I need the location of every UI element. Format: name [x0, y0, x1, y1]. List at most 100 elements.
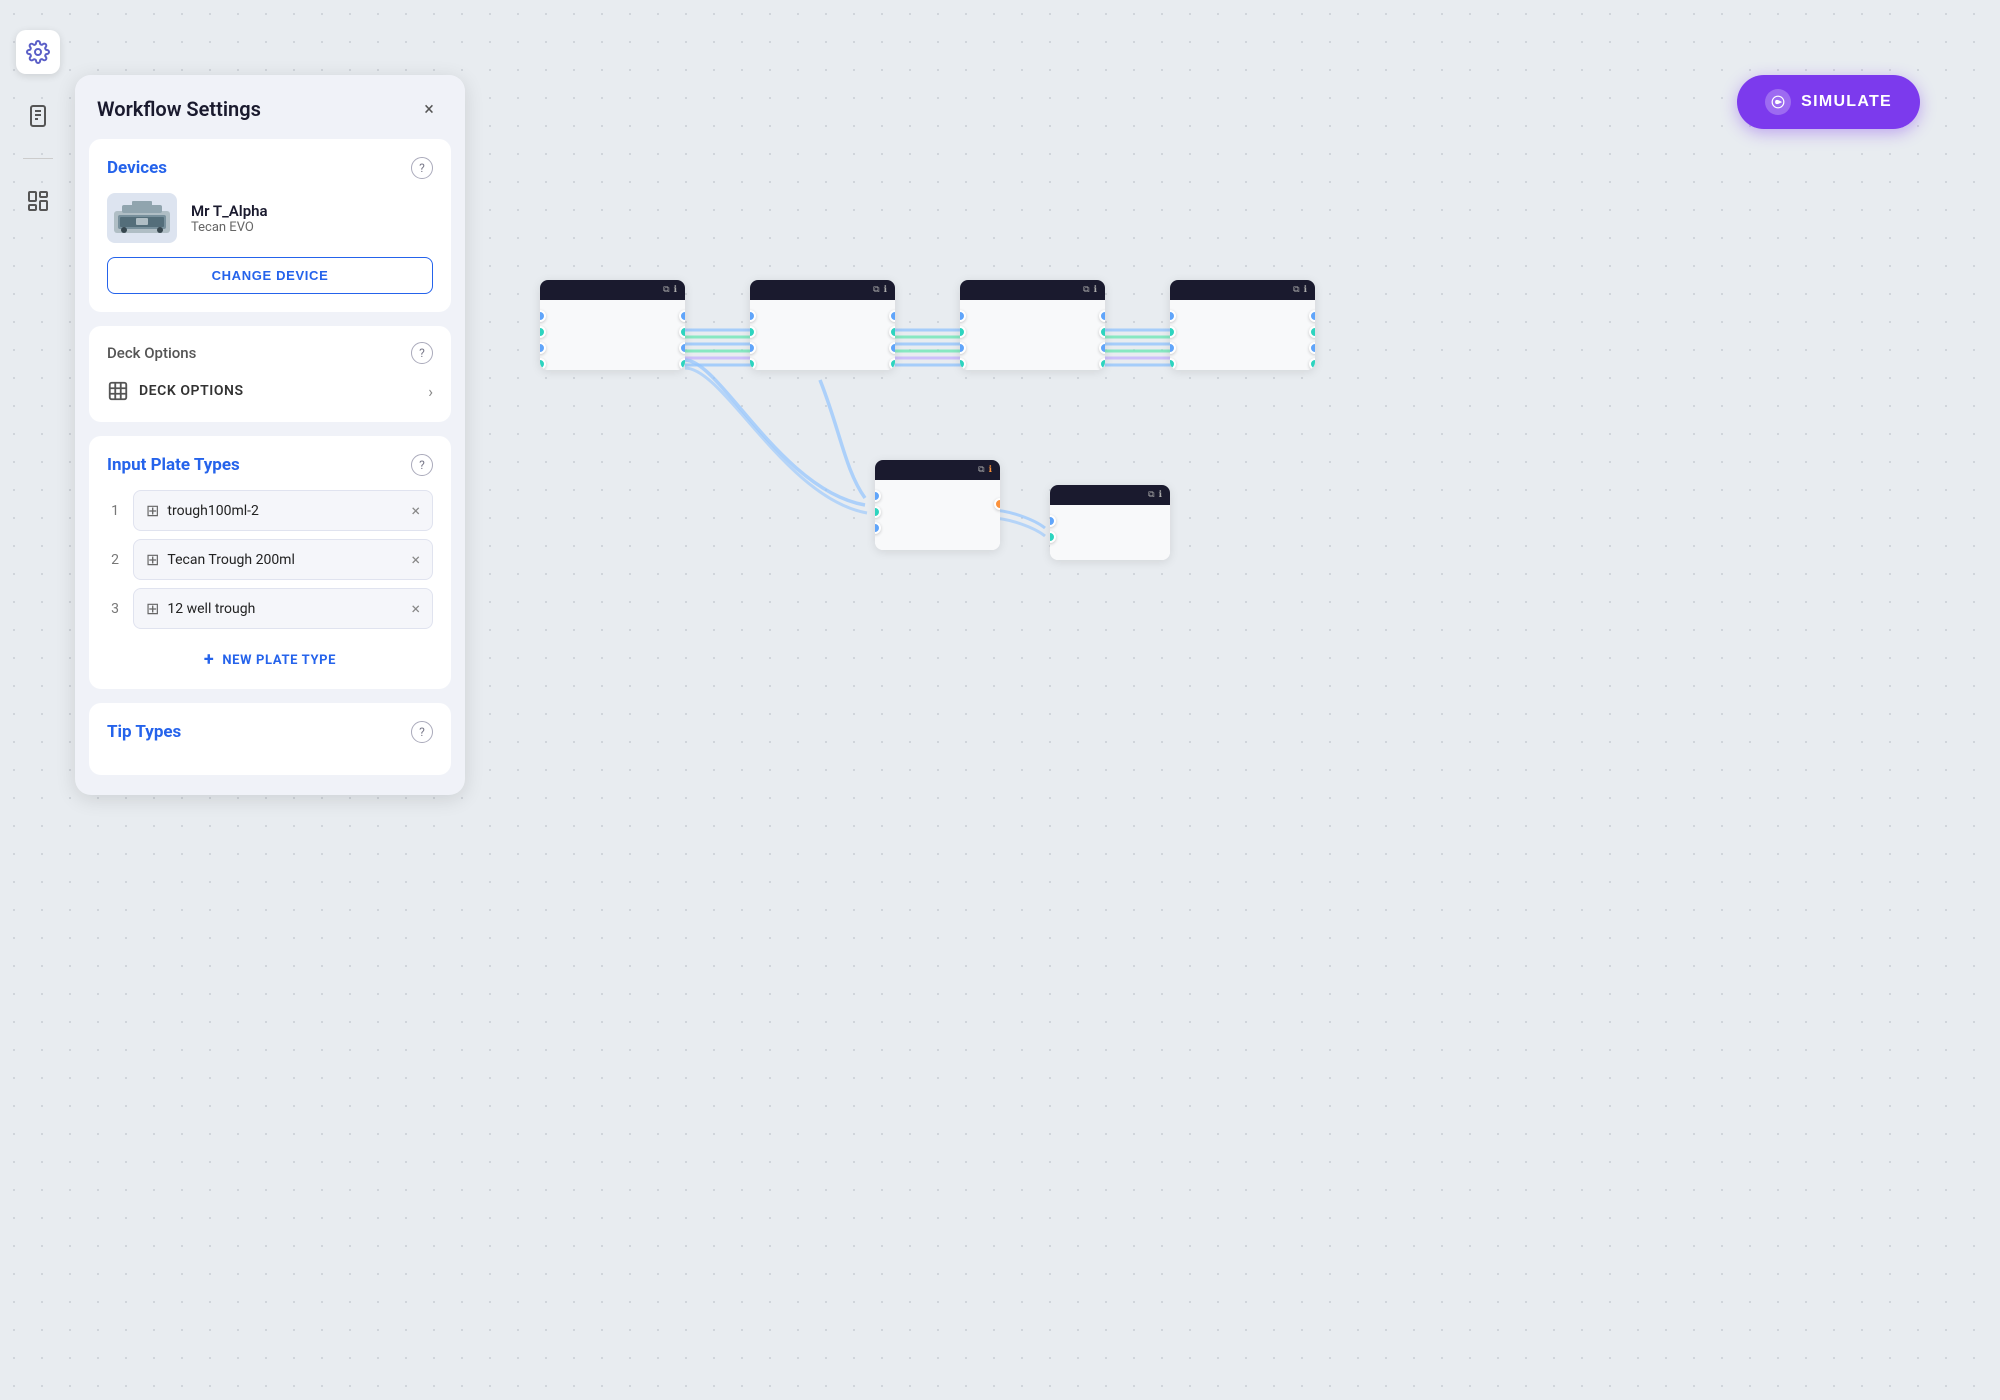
node-ports-left	[1170, 310, 1176, 370]
node-plate-reader[interactable]: Run Plate Reader ⧉ℹ	[1050, 485, 1170, 560]
node-storage[interactable]: Run Chromatography Stage - Storage ⧉ℹ	[1170, 280, 1315, 370]
input-plate-types-header: Input Plate Types ?	[107, 454, 433, 476]
close-button[interactable]: ×	[415, 95, 443, 123]
workflow-settings-panel: Workflow Settings × Devices ?	[75, 75, 465, 795]
plate-grid-icon: ⊞	[146, 550, 159, 569]
deck-options-label: DECK OPTIONS	[139, 383, 244, 399]
deck-options-help-icon[interactable]: ?	[411, 342, 433, 364]
deck-options-icon	[107, 380, 129, 402]
plate-input[interactable]: ⊞ 12 well trough ×	[133, 588, 433, 629]
node-ports-right	[679, 310, 685, 370]
port-dot	[889, 342, 895, 354]
plate-list-item: 2 ⊞ Tecan Trough 200ml ×	[107, 539, 433, 580]
port-dot	[1099, 310, 1105, 322]
device-model: Tecan EVO	[191, 220, 433, 235]
port-dot	[540, 310, 546, 322]
port-dot	[1050, 531, 1056, 543]
port-dot	[679, 358, 685, 370]
node-ports-right	[1309, 310, 1315, 370]
node-ports-left	[960, 310, 966, 370]
port-dot	[889, 310, 895, 322]
sidebar-divider	[23, 158, 53, 159]
port-dot	[1170, 326, 1176, 338]
chevron-right-icon: ›	[428, 382, 433, 401]
node-header-final-elution: ⧉ℹ	[540, 280, 685, 300]
node-header-icons-append: ⧉ℹ	[978, 465, 992, 475]
plate-remove-button[interactable]: ×	[411, 552, 420, 568]
device-name: Mr T_Alpha	[191, 202, 433, 220]
port-dot	[1170, 358, 1176, 370]
deck-options-title: Deck Options	[107, 344, 196, 362]
plate-name: Tecan Trough 200ml	[167, 552, 403, 568]
port-dot	[1099, 326, 1105, 338]
node-strip[interactable]: Run Chromatography Stage - Strip ⧉ℹ	[750, 280, 895, 370]
port-dot	[750, 326, 756, 338]
port-dot	[1099, 358, 1105, 370]
device-image	[107, 193, 177, 243]
port-dot	[1050, 515, 1056, 527]
node-ports-left	[1050, 515, 1056, 543]
devices-help-icon[interactable]: ?	[411, 157, 433, 179]
plate-remove-button[interactable]: ×	[411, 601, 420, 617]
left-sidebar	[0, 0, 75, 1400]
sidebar-item-settings[interactable]	[16, 30, 60, 74]
plate-remove-button[interactable]: ×	[411, 503, 420, 519]
tip-types-section: Tip Types ?	[89, 703, 451, 775]
node-header-icons-storage: ⧉ℹ	[1293, 285, 1307, 295]
plate-num: 2	[107, 552, 123, 568]
input-plate-types-help-icon[interactable]: ?	[411, 454, 433, 476]
port-dot	[960, 310, 966, 322]
node-ports-left	[875, 490, 881, 534]
new-plate-type-button[interactable]: + NEW PLATE TYPE	[107, 643, 433, 671]
node-header-plate-reader: ⧉ℹ	[1050, 485, 1170, 505]
panel-header: Workflow Settings ×	[75, 75, 465, 139]
deck-options-section: Deck Options ? DECK OPTIONS ›	[89, 326, 451, 422]
node-ports-right	[1099, 310, 1105, 370]
node-append[interactable]: Append ⧉ℹ	[875, 460, 1000, 550]
input-plate-types-title: Input Plate Types	[107, 455, 240, 475]
workflow-connections-svg	[480, 0, 2000, 1400]
node-sanitize[interactable]: Run Chromatography Stage - Sanitize ⧉ℹ	[960, 280, 1105, 370]
plate-input[interactable]: ⊞ Tecan Trough 200ml ×	[133, 539, 433, 580]
port-dot	[679, 310, 685, 322]
port-dot	[1309, 310, 1315, 322]
node-header-icons: ⧉ℹ	[663, 285, 677, 295]
port-dot	[889, 326, 895, 338]
port-dot	[889, 358, 895, 370]
plate-name: 12 well trough	[167, 601, 403, 617]
plate-name: trough100ml-2	[167, 503, 403, 519]
node-header-strip: ⧉ℹ	[750, 280, 895, 300]
port-dot	[875, 490, 881, 502]
new-plate-type-label: NEW PLATE TYPE	[222, 653, 336, 668]
port-dot-orange	[994, 498, 1000, 510]
port-dot	[1170, 310, 1176, 322]
port-dot	[540, 326, 546, 338]
workflow-canvas: Run Chromatography Stage - Final Elution…	[480, 0, 2000, 1400]
port-dot	[960, 358, 966, 370]
plate-list-item: 3 ⊞ 12 well trough ×	[107, 588, 433, 629]
deck-options-header: Deck Options ?	[107, 342, 433, 364]
node-header-append: ⧉ℹ	[875, 460, 1000, 480]
node-final-elution[interactable]: Run Chromatography Stage - Final Elution…	[540, 280, 685, 370]
node-header-sanitize: ⧉ℹ	[960, 280, 1105, 300]
port-dot	[960, 326, 966, 338]
node-header-icons-sanitize: ⧉ℹ	[1083, 285, 1097, 295]
plate-num: 3	[107, 601, 123, 617]
sidebar-item-template[interactable]	[16, 179, 60, 223]
tip-types-title: Tip Types	[107, 722, 181, 742]
port-dot	[875, 522, 881, 534]
deck-options-row[interactable]: DECK OPTIONS ›	[107, 376, 433, 406]
plate-input[interactable]: ⊞ trough100ml-2 ×	[133, 490, 433, 531]
port-dot	[960, 342, 966, 354]
change-device-button[interactable]: CHANGE DEVICE	[107, 257, 433, 294]
port-dot	[1309, 358, 1315, 370]
devices-section: Devices ? Mr T_Alpha Tecan EVO	[89, 139, 451, 312]
plate-list: 1 ⊞ trough100ml-2 × 2 ⊞ Tecan Trough 200…	[107, 490, 433, 629]
port-dot	[875, 506, 881, 518]
node-header-icons-plate-reader: ⧉ℹ	[1148, 490, 1162, 500]
sidebar-item-document[interactable]	[16, 94, 60, 138]
plate-num: 1	[107, 503, 123, 519]
device-row: Mr T_Alpha Tecan EVO	[107, 193, 433, 243]
node-ports-right	[994, 498, 1000, 510]
tip-types-help-icon[interactable]: ?	[411, 721, 433, 743]
